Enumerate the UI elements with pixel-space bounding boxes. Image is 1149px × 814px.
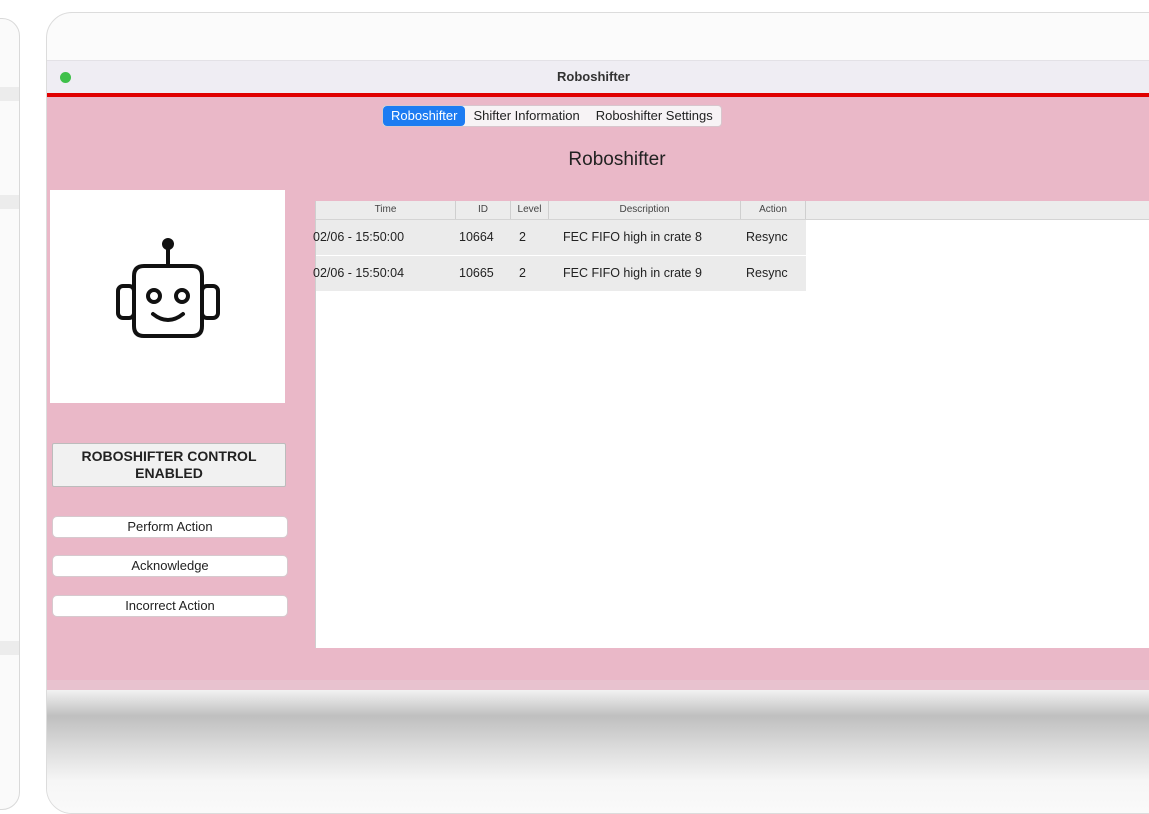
window-title: Roboshifter [557,69,630,84]
cell-id: 10665 [459,266,494,280]
tab-roboshifter-settings[interactable]: Roboshifter Settings [588,106,721,126]
adjacent-window-strip [0,87,19,101]
table-header: Time ID Level Description Action [316,201,1149,220]
column-header-id[interactable]: ID [456,201,511,219]
cell-action: Resync [746,230,788,244]
column-header-level[interactable]: Level [511,201,549,219]
cell-level: 2 [519,266,526,280]
table-row[interactable]: 02/06 - 15:50:04 10665 2 FEC FIFO high i… [313,256,806,291]
tab-roboshifter[interactable]: Roboshifter [383,106,466,126]
window-bottom-strip [47,680,1149,690]
window-titlebar: Roboshifter [47,60,1149,94]
robot-panel [50,190,285,403]
perform-action-button[interactable]: Perform Action [52,516,288,538]
adjacent-window-strip [0,195,19,209]
window-status-light[interactable] [60,72,71,83]
column-header-description[interactable]: Description [549,201,741,219]
cell-description: FEC FIFO high in crate 9 [563,266,702,280]
device-frame: Roboshifter Roboshifter Shifter Informat… [46,12,1149,814]
robot-icon [116,238,220,338]
device-chrome [47,690,1149,813]
cell-time: 02/06 - 15:50:00 [313,230,405,244]
table-row[interactable]: 02/06 - 15:50:00 10664 2 FEC FIFO high i… [313,220,806,255]
control-status-line1: ROBOSHIFTER CONTROL [81,448,257,464]
alarm-table: Time ID Level Description Action 02/06 -… [313,201,1149,648]
column-header-action[interactable]: Action [741,201,806,219]
cell-action: Resync [746,266,788,280]
adjacent-window-strip [0,641,19,655]
control-status-line2: ENABLED [135,465,203,481]
cell-time: 02/06 - 15:50:04 [313,266,405,280]
cell-description: FEC FIFO high in crate 8 [563,230,702,244]
tab-shifter-information[interactable]: Shifter Information [465,106,587,126]
tab-bar: Roboshifter Shifter Information Roboshif… [382,105,722,127]
adjacent-window-edge [0,18,20,810]
page-title: Roboshifter [568,149,666,170]
column-header-time[interactable]: Time [316,201,456,219]
cell-level: 2 [519,230,526,244]
acknowledge-button[interactable]: Acknowledge [52,555,288,577]
control-status-indicator: ROBOSHIFTER CONTROL ENABLED [52,443,286,487]
incorrect-action-button[interactable]: Incorrect Action [52,595,288,617]
cell-id: 10664 [459,230,494,244]
app-content: Roboshifter Shifter Information Roboshif… [47,97,1149,680]
